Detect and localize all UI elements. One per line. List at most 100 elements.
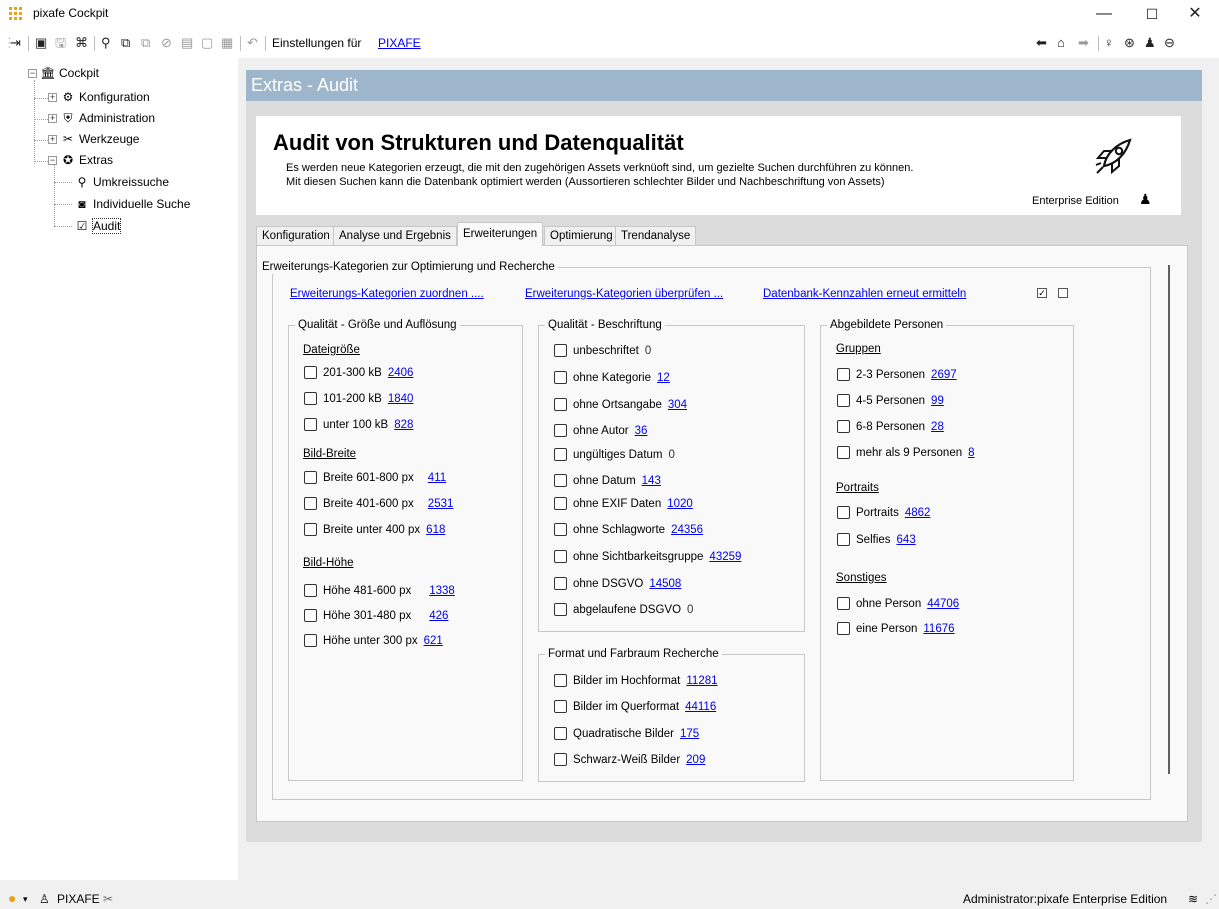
checkbox[interactable]	[837, 533, 850, 546]
checkbox-row[interactable]: Höhe 481-600 px 1338	[304, 584, 455, 600]
checkbox-row[interactable]: 101-200 kB 1840	[304, 392, 413, 408]
checkbox[interactable]	[837, 597, 850, 610]
help-icon[interactable]: ⊛	[1124, 35, 1135, 51]
count-link[interactable]: 14508	[649, 578, 681, 590]
count-link[interactable]: 304	[668, 399, 687, 411]
clipboard-icon[interactable]: ▢	[201, 35, 213, 51]
tab-erweiterungen[interactable]: Erweiterungen	[457, 222, 544, 246]
count-link[interactable]: 28	[931, 421, 944, 433]
count-link[interactable]: 11676	[923, 623, 954, 635]
checkbox-row[interactable]: ohne Person 44706	[837, 597, 959, 613]
checkbox-row[interactable]: Bilder im Hochformat 11281	[554, 674, 718, 690]
checkbox[interactable]	[837, 420, 850, 433]
count-link[interactable]: 2531	[428, 498, 454, 510]
checkbox-row[interactable]: ohne Datum 143	[554, 474, 661, 490]
checkbox-row[interactable]: eine Person 11676	[837, 622, 955, 638]
paste-icon[interactable]: ▤	[181, 35, 193, 51]
copy-disabled-icon[interactable]: ⧉	[141, 35, 150, 51]
save-icon[interactable]: 🖫	[55, 35, 66, 51]
count-link[interactable]: 618	[426, 524, 445, 536]
checkbox[interactable]	[304, 366, 317, 379]
collapse-toggle[interactable]: −	[28, 69, 37, 78]
checkbox[interactable]	[837, 394, 850, 407]
checkbox[interactable]	[554, 474, 567, 487]
tree-item-konfiguration[interactable]: ⚙ Konfiguration	[60, 87, 150, 107]
lightbulb-icon[interactable]: ♀	[1104, 35, 1114, 51]
count-link[interactable]: 2406	[388, 367, 414, 379]
checkbox-row[interactable]: 201-300 kB 2406	[304, 366, 413, 382]
checkbox-row[interactable]: ohne EXIF Daten 1020	[554, 497, 693, 513]
count-link[interactable]: 11281	[686, 675, 717, 687]
tree-item-werkzeuge[interactable]: ✂ Werkzeuge	[60, 129, 140, 149]
checkbox[interactable]	[554, 523, 567, 536]
count-link[interactable]: 426	[429, 610, 448, 622]
recalculate-metrics-link[interactable]: Datenbank-Kennzahlen erneut ermitteln	[763, 288, 966, 300]
count-link[interactable]: 209	[686, 754, 705, 766]
count-link[interactable]: 175	[680, 728, 699, 740]
checkbox[interactable]	[304, 634, 317, 647]
checkbox-row[interactable]: Portraits 4862	[837, 506, 930, 522]
checkbox-row[interactable]: Höhe unter 300 px 621	[304, 634, 443, 650]
reader-icon[interactable]: ♟	[1144, 35, 1156, 51]
checkbox[interactable]	[554, 550, 567, 563]
checkbox[interactable]	[554, 603, 567, 616]
checkbox-row[interactable]: Selfies 643	[837, 533, 916, 549]
window-icon[interactable]: ▣	[35, 35, 47, 51]
checkbox-row[interactable]: Bilder im Querformat 44116	[554, 700, 716, 716]
undo-icon[interactable]: ↶	[247, 35, 258, 51]
checkbox[interactable]	[554, 753, 567, 766]
checkbox-row[interactable]: Quadratische Bilder 175	[554, 727, 699, 743]
tree-item-cockpit[interactable]: 🏛 Cockpit	[40, 63, 99, 83]
count-link[interactable]: 36	[635, 425, 648, 437]
count-link[interactable]: 2697	[931, 369, 957, 381]
checkbox[interactable]	[554, 700, 567, 713]
home-icon[interactable]: ⌂	[1057, 35, 1065, 51]
count-link[interactable]: 1020	[667, 498, 693, 510]
collapse-toggle[interactable]: −	[48, 156, 57, 165]
clipboard-full-icon[interactable]: ▦	[221, 35, 233, 51]
resize-grip-icon[interactable]: ⋰	[1205, 892, 1217, 906]
checkbox-row[interactable]: Höhe 301-480 px 426	[304, 609, 448, 625]
expand-toggle[interactable]: +	[48, 135, 57, 144]
checkbox[interactable]	[304, 584, 317, 597]
checkbox[interactable]	[304, 418, 317, 431]
tree-item-administration[interactable]: ⛨ Administration	[60, 108, 155, 128]
select-none-checkbox[interactable]	[1058, 288, 1068, 298]
count-link[interactable]: 828	[394, 419, 413, 431]
count-link[interactable]: 24356	[671, 524, 703, 536]
checkbox[interactable]	[837, 622, 850, 635]
user-account-icon[interactable]: ⊖	[1164, 35, 1175, 51]
checkbox[interactable]	[837, 446, 850, 459]
scrollbar[interactable]	[1168, 265, 1170, 774]
checkbox[interactable]	[837, 368, 850, 381]
checkbox-row[interactable]: ohne Sichtbarkeitsgruppe 43259	[554, 550, 741, 566]
check-categories-link[interactable]: Erweiterungs-Kategorien überprüfen ...	[525, 288, 723, 300]
assign-categories-link[interactable]: Erweiterungs-Kategorien zuordnen ....	[290, 288, 484, 300]
checkbox-row[interactable]: Breite 601-800 px 411	[304, 471, 446, 487]
count-link[interactable]: 411	[428, 472, 446, 484]
checkbox[interactable]	[837, 506, 850, 519]
exit-icon[interactable]: ⇥	[10, 35, 21, 51]
checkbox-row[interactable]: unbeschriftet 0	[554, 344, 651, 360]
status-indicator-icon[interactable]: ●	[8, 890, 16, 906]
checkbox-row[interactable]: Schwarz-Weiß Bilder 209	[554, 753, 705, 769]
checkbox-row[interactable]: 2-3 Personen 2697	[837, 368, 957, 384]
settings-link[interactable]: PIXAFE	[378, 36, 421, 50]
tab-optimierung[interactable]: Optimierung	[544, 226, 619, 246]
checkbox[interactable]	[554, 577, 567, 590]
binoculars-icon[interactable]: ⌘	[75, 35, 88, 51]
tab-analyse-und-ergebnis[interactable]: Analyse und Ergebnis	[333, 226, 457, 246]
checkbox[interactable]	[554, 398, 567, 411]
checkbox[interactable]	[554, 344, 567, 357]
tree-item-audit[interactable]: ☑ Audit	[74, 216, 122, 236]
checkbox[interactable]	[554, 448, 567, 461]
checkbox-row[interactable]: Breite unter 400 px 618	[304, 523, 445, 539]
chevron-down-icon[interactable]: ▾	[23, 894, 28, 905]
count-link[interactable]: 12	[657, 372, 670, 384]
checkbox-row[interactable]: mehr als 9 Personen 8	[837, 446, 975, 462]
checkbox[interactable]	[554, 371, 567, 384]
count-link[interactable]: 99	[931, 395, 944, 407]
tab-konfiguration[interactable]: Konfiguration	[256, 226, 336, 246]
checkbox[interactable]	[304, 497, 317, 510]
tree-item-individuelle-suche[interactable]: ◙ Individuelle Suche	[74, 194, 190, 214]
